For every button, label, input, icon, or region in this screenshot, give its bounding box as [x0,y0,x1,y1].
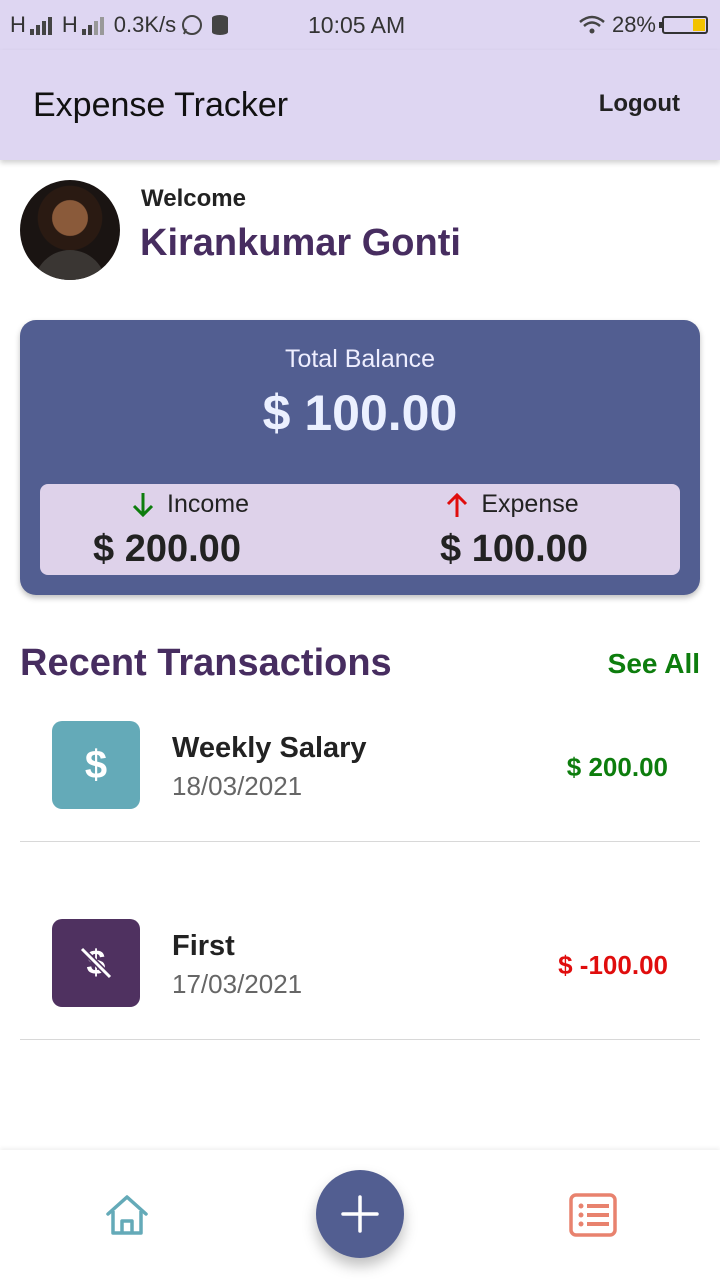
dollar-icon: $ [52,721,140,809]
arrow-down-icon [132,492,154,517]
transaction-date: 18/03/2021 [172,771,303,801]
expense-summary: Expense $ 100.00 [360,484,680,575]
total-balance-label: Total Balance [284,345,436,373]
total-balance-amount: $ 100.00 [262,385,458,441]
expense-amount: $ 100.00 [440,528,588,570]
expense-label: Expense [481,490,579,518]
income-label: Income [167,490,249,518]
user-name: Kirankumar Gonti [140,222,461,264]
home-icon[interactable] [104,1192,150,1238]
logout-button[interactable]: Logout [599,90,680,118]
app-bar: Expense Tracker Logout [0,50,720,160]
list-icon[interactable] [569,1193,617,1237]
transaction-name: Weekly Salary [172,732,367,764]
status-bar: H H 0.3K/s 10:05 AM 28% [0,0,720,50]
transaction-amount: $ -100.00 [558,950,668,980]
signal-icon [29,15,52,35]
battery-percent: 28% [611,12,656,37]
income-expense-summary: Income $ 200.00 Expense $ 100.00 [40,484,680,575]
network-type-2: H [61,12,78,37]
avatar [20,180,120,280]
add-transaction-button[interactable] [316,1170,404,1258]
income-summary: Income $ 200.00 [40,484,360,575]
whatsapp-icon [182,15,203,35]
wifi-icon [579,15,605,34]
transaction-row[interactable]: $ First 17/03/2021 $ -100.00 [20,919,700,1040]
balance-card: Total Balance $ 100.00 Income $ 200.00 E… [20,320,700,595]
battery-icon [659,16,708,34]
status-time: 10:05 AM [308,12,406,38]
arrow-up-icon [447,492,468,517]
recent-transactions-title: Recent Transactions [20,642,392,684]
transaction-row[interactable]: $ Weekly Salary 18/03/2021 $ 200.00 [20,721,700,842]
database-icon [212,15,229,35]
see-all-link[interactable]: See All [608,648,700,680]
status-right: 28% [578,12,708,38]
income-amount: $ 200.00 [93,528,241,570]
transaction-amount: $ 200.00 [566,752,668,782]
network-speed: 0.3K/s [113,12,177,37]
plus-icon [341,1195,379,1233]
dollar-off-icon: $ [52,919,140,1007]
status-left: H H 0.3K/s [10,12,232,38]
app-title: Expense Tracker [33,86,289,124]
signal-icon-2 [81,15,104,35]
transaction-date: 17/03/2021 [172,969,303,999]
network-type-1: H [10,12,26,37]
transaction-name: First [172,930,235,962]
welcome-text: Welcome [141,185,246,212]
